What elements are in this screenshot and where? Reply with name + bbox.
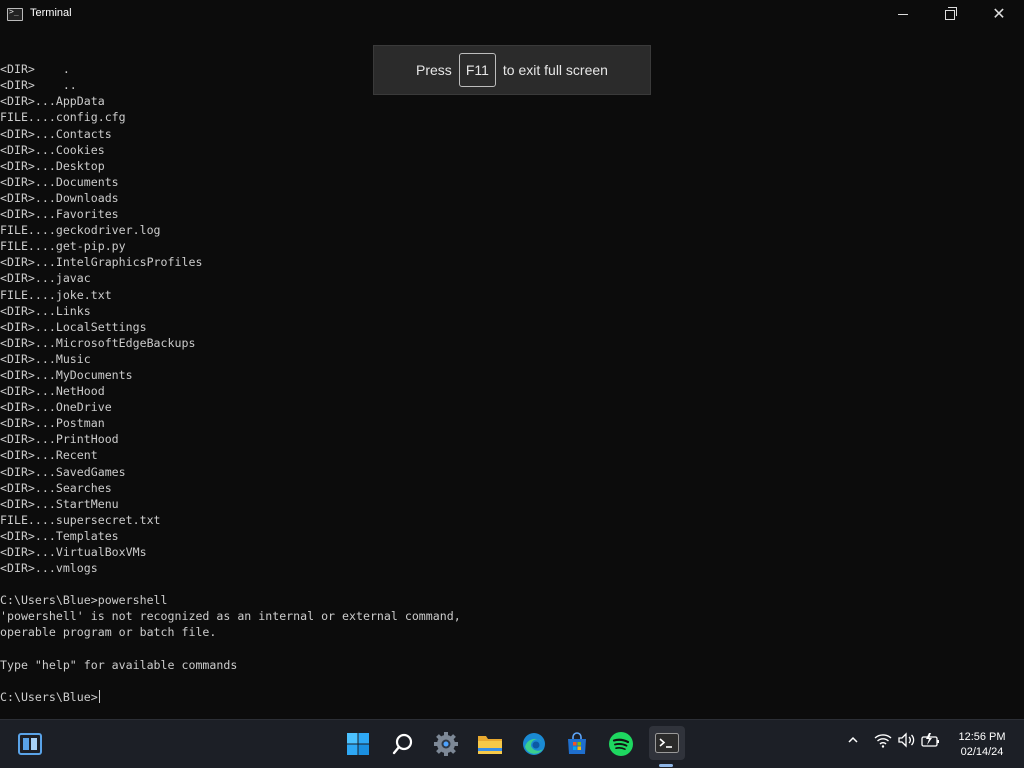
file-explorer-icon[interactable]	[475, 729, 505, 759]
windows-start-icon[interactable]	[343, 729, 373, 759]
terminal-icon[interactable]	[649, 726, 685, 760]
text-cursor	[98, 689, 100, 703]
prompt-line[interactable]: C:\Users\Blue>	[0, 689, 1024, 705]
terminal-line: FILE....geckodriver.log	[0, 223, 161, 238]
minimize-icon	[898, 14, 908, 15]
terminal-line: <DIR>...Desktop	[0, 158, 105, 173]
terminal-line: <DIR>...VirtualBoxVMs	[0, 545, 147, 559]
terminal-line: <DIR>...Favorites	[0, 207, 119, 222]
terminal-line: <DIR>...PrintHood	[0, 432, 119, 447]
title-bar: Terminal ✕	[0, 0, 1024, 29]
terminal-line: FILE....config.cfg	[0, 110, 126, 125]
terminal-line: <DIR>...SavedGames	[0, 464, 126, 479]
terminal-line: FILE....get-pip.py	[0, 239, 126, 254]
terminal-line: <DIR>...Cookies	[0, 142, 105, 157]
terminal-line: <DIR>...NetHood	[0, 384, 105, 399]
settings-icon[interactable]	[431, 729, 461, 759]
spotify-icon[interactable]	[606, 729, 636, 759]
window-title: Terminal	[30, 7, 72, 19]
battery-charging-icon[interactable]	[921, 732, 941, 751]
terminal-line: operable program or batch file.	[0, 625, 217, 640]
tray-overflow-chevron-icon[interactable]	[847, 734, 859, 749]
wifi-icon[interactable]	[874, 732, 892, 751]
search-icon[interactable]	[388, 729, 418, 759]
fullscreen-notification: Press F11 to exit full screen	[373, 45, 651, 95]
terminal-line: FILE....joke.txt	[0, 287, 112, 302]
terminal-line: <DIR>...OneDrive	[0, 400, 112, 415]
close-icon: ✕	[992, 5, 1006, 23]
terminal-line: <DIR>...Contacts	[0, 126, 112, 141]
terminal-line: <DIR>...Music	[0, 351, 91, 366]
toast-text-before: Press	[416, 62, 452, 78]
terminal-line: <DIR>...javac	[0, 271, 91, 286]
terminal-line: <DIR>...Documents	[0, 174, 119, 189]
system-clock[interactable]: 12:56 PM 02/14/24	[952, 730, 1012, 760]
terminal-line: <DIR>...StartMenu	[0, 496, 119, 511]
terminal-line: <DIR>...Templates	[0, 528, 119, 543]
terminal-line: <DIR>...Downloads	[0, 190, 119, 205]
clock-time: 12:56 PM	[958, 731, 1006, 743]
terminal-line: <DIR>...MicrosoftEdgeBackups	[0, 335, 196, 350]
terminal-line: <DIR>...IntelGraphicsProfiles	[0, 255, 203, 270]
restore-icon	[945, 6, 957, 20]
task-view-icon[interactable]	[15, 729, 45, 759]
microsoft-store-icon[interactable]	[562, 729, 592, 759]
volume-icon[interactable]	[898, 732, 916, 751]
terminal-line: <DIR>...MyDocuments	[0, 367, 133, 382]
terminal-line: <DIR>...LocalSettings	[0, 319, 147, 334]
prompt-text: C:\Users\Blue>	[0, 689, 98, 704]
close-button[interactable]: ✕	[975, 0, 1023, 29]
restore-button[interactable]	[926, 0, 974, 29]
terminal-line: <DIR>...Postman	[0, 416, 105, 431]
f11-key: F11	[458, 53, 496, 87]
taskbar: 12:56 PM 02/14/24	[0, 719, 1024, 768]
terminal-app-icon	[7, 7, 23, 21]
terminal-line: <DIR>...AppData	[0, 94, 105, 109]
active-app-indicator	[659, 764, 673, 767]
terminal-line: Type "help" for available commands	[0, 657, 238, 672]
terminal-line: FILE....supersecret.txt	[0, 512, 161, 527]
minimize-button[interactable]	[879, 0, 927, 29]
clock-date: 02/14/24	[960, 746, 1004, 758]
terminal-line: 'powershell' is not recognized as an int…	[0, 609, 461, 624]
terminal-output[interactable]: <DIR> . <DIR> .. <DIR>...AppData FILE....co…	[0, 29, 1024, 719]
terminal-line: C:\Users\Blue>powershell	[0, 593, 168, 608]
terminal-line: <DIR>...Links	[0, 303, 91, 318]
terminal-line: <DIR>...Searches	[0, 480, 112, 495]
terminal-line: <DIR>...Recent	[0, 448, 98, 463]
toast-text-after: to exit full screen	[502, 62, 608, 78]
edge-icon[interactable]	[519, 729, 549, 759]
terminal-line: <DIR>...vmlogs	[0, 561, 98, 576]
